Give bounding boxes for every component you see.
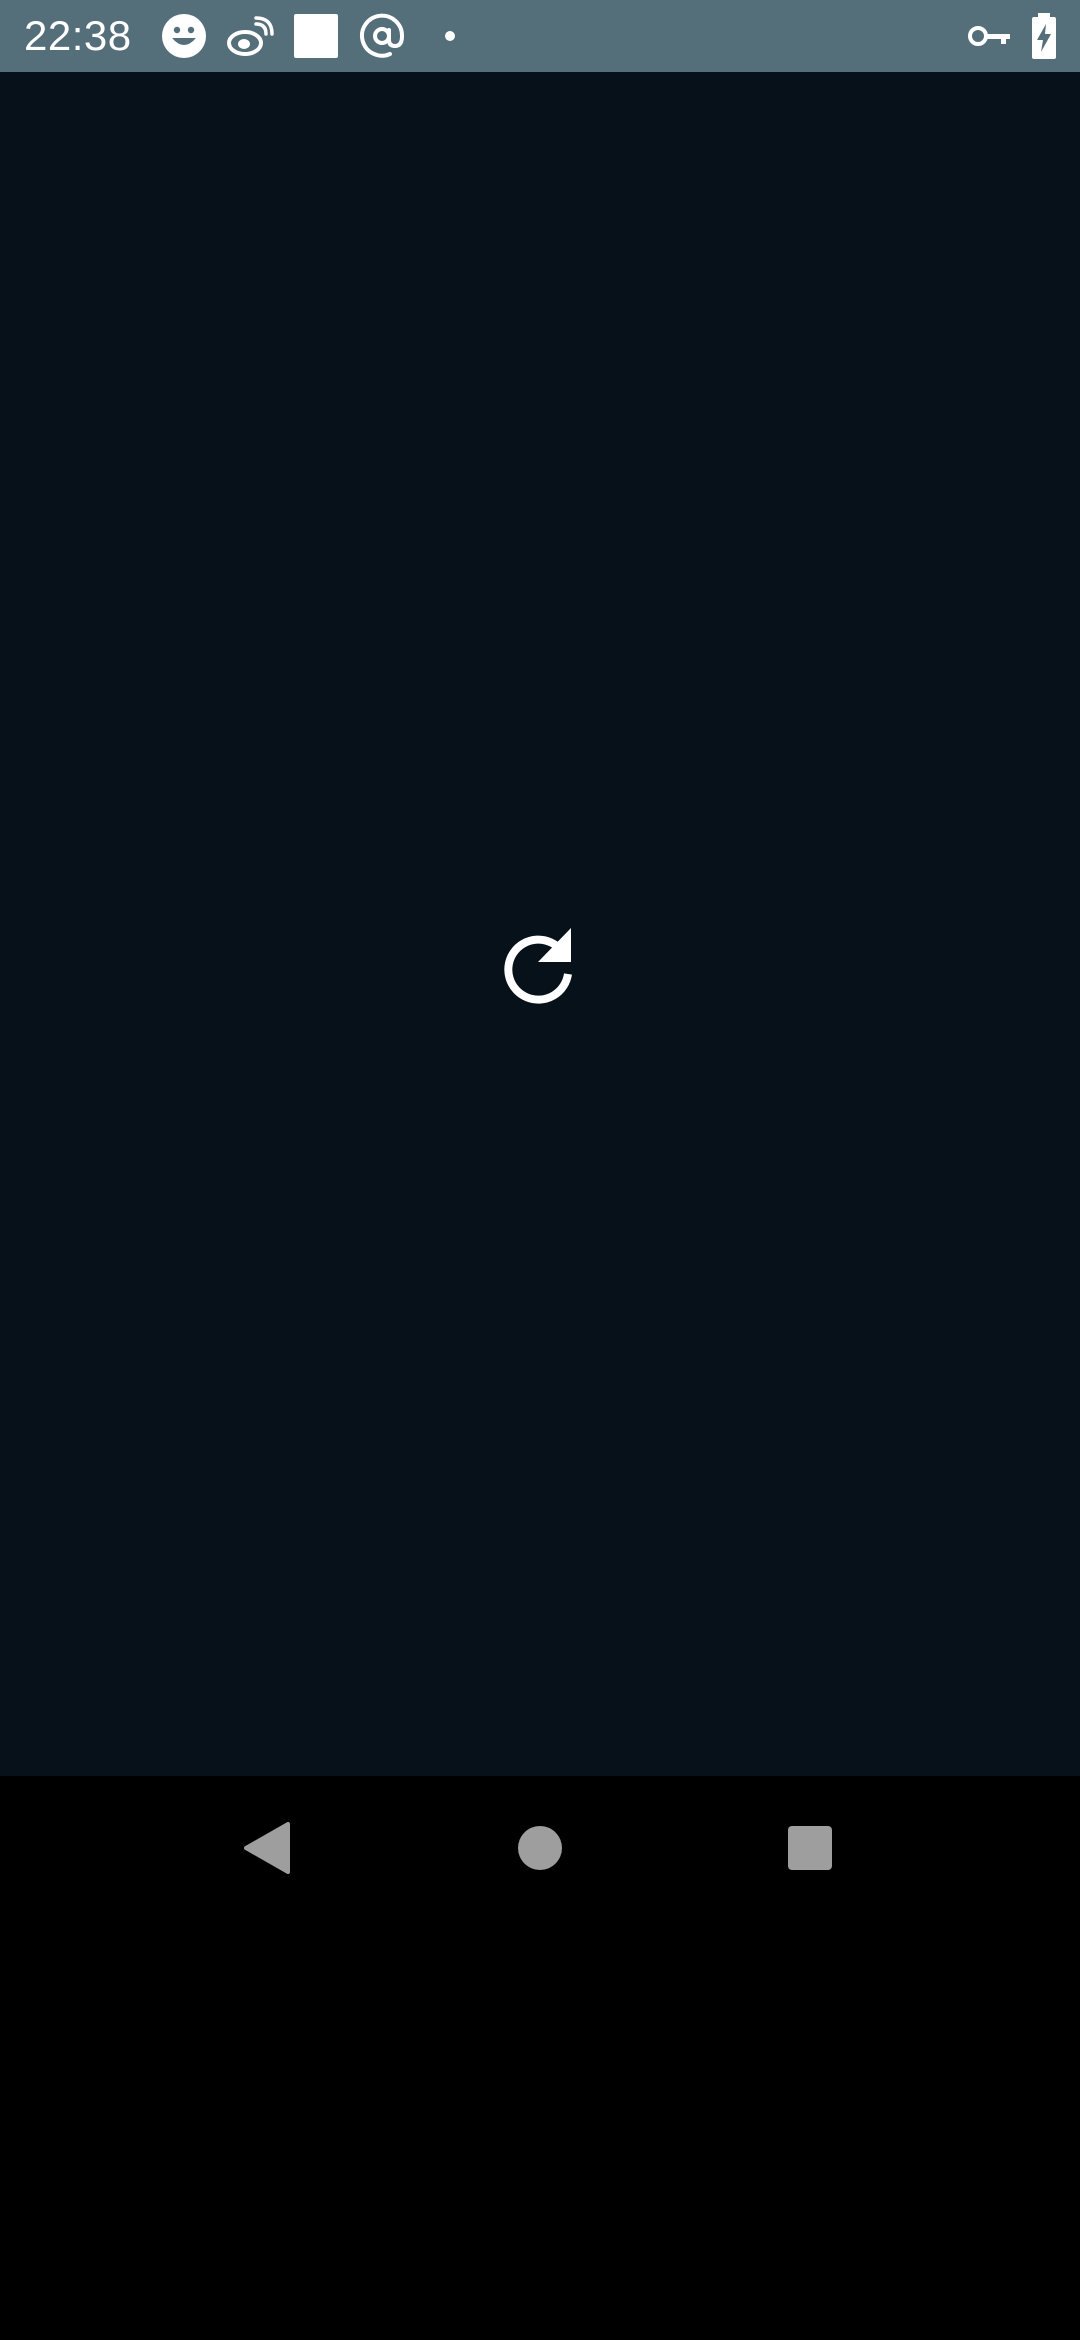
smiley-icon: [162, 14, 206, 58]
empty-bottom-area: [0, 1920, 1080, 2340]
vpn-key-icon: [968, 26, 1010, 46]
dot-icon: [445, 31, 455, 41]
battery-charging-icon: [1032, 13, 1056, 59]
back-button[interactable]: [220, 1800, 316, 1896]
square-notification-icon: [294, 14, 338, 58]
content-area: [0, 72, 1080, 1776]
weibo-icon: [227, 16, 274, 56]
navigation-bar: [0, 1776, 1080, 1920]
status-time: 22:38: [24, 12, 132, 59]
at-sign-icon: [360, 13, 405, 58]
status-bar: 22:38: [0, 0, 1080, 72]
home-button[interactable]: [492, 1800, 588, 1896]
recents-button[interactable]: [762, 1800, 858, 1896]
reload-icon[interactable]: [498, 924, 582, 1008]
